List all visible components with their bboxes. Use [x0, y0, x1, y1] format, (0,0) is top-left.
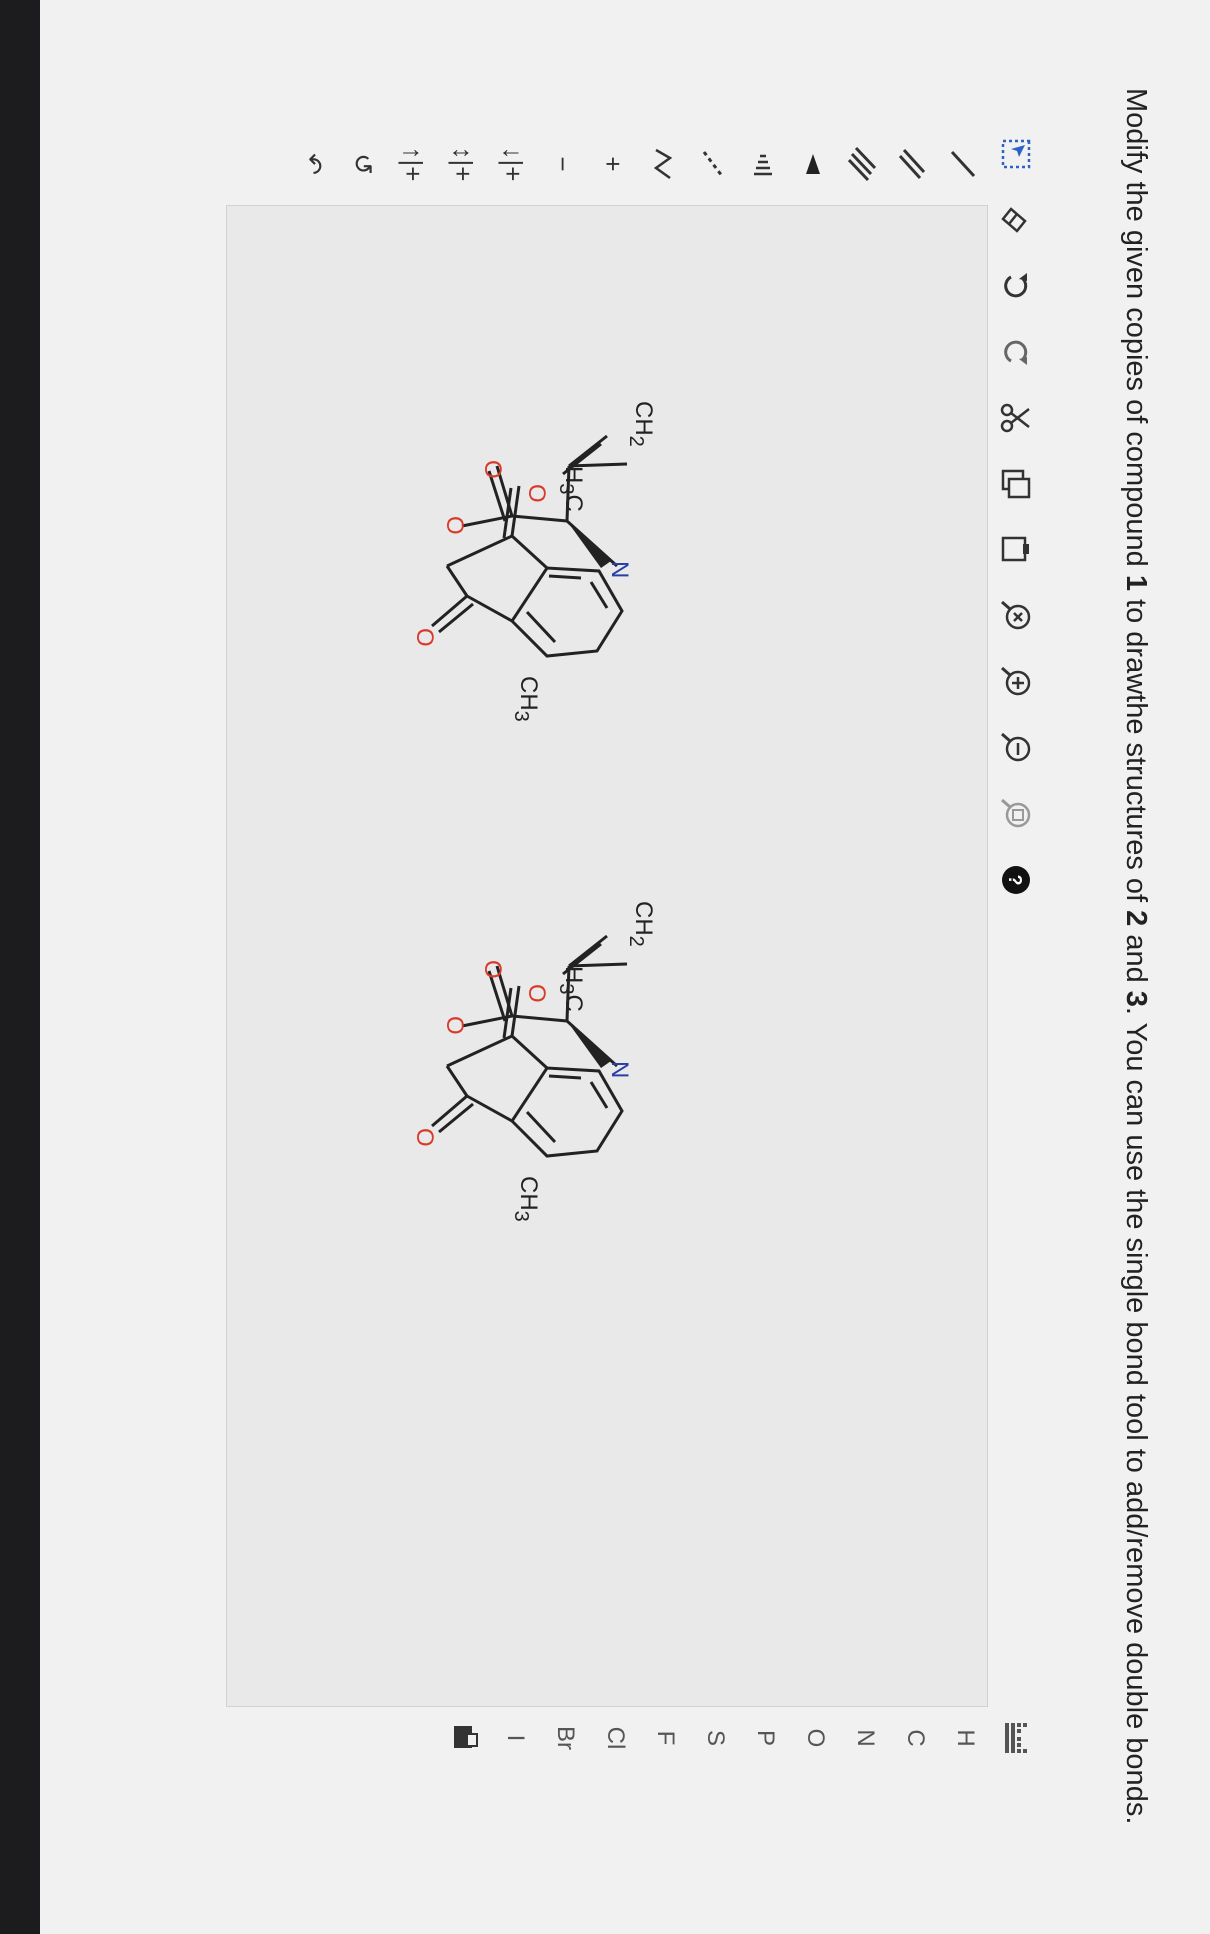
template-icon[interactable] [440, 1708, 490, 1768]
paste-icon[interactable] [997, 531, 1035, 569]
element-column: H C N O P S F Cl Br I [220, 1708, 1040, 1768]
atom-oxygen: O [441, 516, 468, 535]
element-p[interactable]: P [740, 1708, 790, 1768]
element-br[interactable]: Br [540, 1708, 590, 1768]
editor-toolbar: ? [988, 135, 1044, 1735]
h3c-label-1: H3C [554, 466, 587, 512]
arrow-tool-1[interactable]: ↓|+ [488, 135, 538, 193]
help-icon[interactable]: ? [997, 861, 1035, 899]
copy-icon[interactable] [997, 465, 1035, 503]
curved-arrow-tool-2[interactable]: ↶ [288, 135, 338, 193]
rotated-content: Modify the given copies of compound 1 to… [40, 0, 1210, 1934]
svg-text:?: ? [1005, 875, 1025, 886]
h3c-c: C [560, 994, 587, 1012]
h3c-label-2: H3C [554, 966, 587, 1012]
ch2-sub: 2 [625, 435, 648, 447]
periodic-table-icon[interactable] [990, 1708, 1040, 1768]
instructions-part: to drawthe structures of [1120, 590, 1152, 911]
instructions-text: Modify the given copies of compound 1 to… [1117, 88, 1155, 1888]
h3c-sub: 3 [555, 483, 578, 495]
ch3-sub: 3 [510, 710, 533, 722]
chain-tool[interactable] [638, 135, 688, 193]
ch3-text: CH [515, 1176, 542, 1211]
atom-oxygen: O [479, 460, 506, 479]
element-i[interactable]: I [490, 1708, 540, 1768]
drawing-canvas[interactable]: O O O O N O O O O N CH2 H3C CH3 CH2 H3C … [226, 205, 988, 1707]
redo-icon[interactable] [997, 333, 1035, 371]
compound-2-label: 2 [1120, 910, 1152, 927]
molecule-copy-1[interactable]: O O O O N [407, 356, 967, 716]
h3c-h: H [560, 966, 587, 984]
element-n[interactable]: N [840, 1708, 890, 1768]
double-bond-tool[interactable] [888, 135, 938, 193]
compound-3-label: 3 [1120, 990, 1152, 1007]
ch3-label-2: CH3 [509, 1176, 542, 1222]
ch2-text: CH [630, 401, 657, 436]
instructions-part: Modify the given copies of compound [1120, 88, 1152, 575]
arrow-tool-2[interactable]: ↕|+ [438, 135, 488, 193]
ch3-text: CH [515, 676, 542, 711]
element-c[interactable]: C [890, 1708, 940, 1768]
atom-oxygen: O [479, 960, 506, 979]
atom-nitrogen: N [606, 561, 633, 578]
hash-bond-tool[interactable] [738, 135, 788, 193]
element-s[interactable]: S [690, 1708, 740, 1768]
curved-arrow-tool[interactable]: ↺ [338, 135, 388, 193]
triple-bond-tool[interactable] [838, 135, 888, 193]
atom-oxygen: O [411, 1128, 438, 1147]
zoom-out-icon[interactable] [997, 729, 1035, 767]
atom-oxygen: O [441, 1016, 468, 1035]
wedge-bond-tool[interactable] [788, 135, 838, 193]
atom-nitrogen: N [606, 1061, 633, 1078]
undo-icon[interactable] [997, 267, 1035, 305]
instructions-part: and [1120, 926, 1152, 991]
element-cl[interactable]: Cl [590, 1708, 640, 1768]
positive-charge-tool[interactable]: + [588, 135, 638, 193]
instructions-part: . You can use the single bond tool to ad… [1120, 1006, 1152, 1825]
dashed-bond-tool[interactable] [688, 135, 738, 193]
negative-charge-tool[interactable]: − [538, 135, 588, 193]
element-h[interactable]: H [940, 1708, 990, 1768]
ch3-label-1: CH3 [509, 676, 542, 722]
atom-oxygen: O [411, 628, 438, 647]
zoom-fit-icon[interactable] [997, 795, 1035, 833]
atom-oxygen: O [523, 484, 550, 503]
h3c-c: C [560, 494, 587, 512]
cut-icon[interactable] [997, 399, 1035, 437]
compound-1-label: 1 [1120, 574, 1152, 591]
ch2-text: CH [630, 901, 657, 936]
single-bond-tool[interactable] [938, 135, 988, 193]
bond-tool-column: + − ↓|+ ↕|+ ↑|+ ↺ ↶ [40, 135, 988, 195]
element-o[interactable]: O [790, 1708, 840, 1768]
ch2-label-2: CH2 [624, 901, 657, 947]
ch2-label-1: CH2 [624, 401, 657, 447]
select-icon[interactable] [997, 135, 1035, 173]
element-f[interactable]: F [640, 1708, 690, 1768]
h3c-h: H [560, 466, 587, 484]
h3c-sub: 3 [555, 983, 578, 995]
atom-oxygen: O [523, 984, 550, 1003]
ch2-sub: 2 [625, 935, 648, 947]
zoom-in-icon[interactable] [997, 663, 1035, 701]
ch3-sub: 3 [510, 1210, 533, 1222]
browser-screen: Modify the given copies of compound 1 to… [40, 0, 1210, 1934]
zoom-reset-icon[interactable] [997, 597, 1035, 635]
eraser-icon[interactable] [997, 201, 1035, 239]
arrow-tool-3[interactable]: ↑|+ [388, 135, 438, 193]
molecule-copy-2[interactable]: O O O O N [407, 856, 967, 1216]
